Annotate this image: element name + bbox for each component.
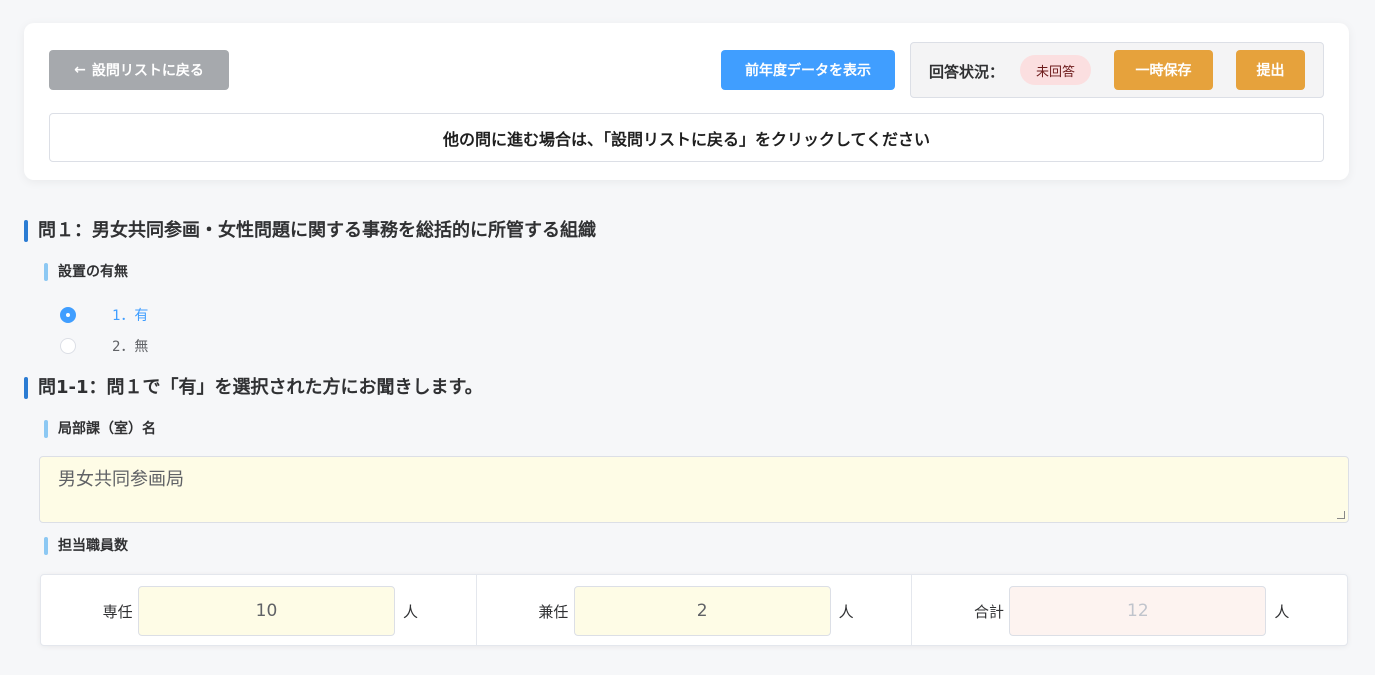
department-subtitle: 局部課（室）名 [44, 420, 156, 438]
radio-label-no[interactable]: 2．無 [112, 336, 148, 356]
fulltime-input[interactable]: 10 [138, 586, 395, 636]
radio-option-no[interactable]: 2．無 [60, 336, 148, 356]
arrow-left-icon: ← [74, 62, 86, 78]
fulltime-unit: 人 [403, 603, 419, 621]
back-to-list-button[interactable]: ← 設問リストに戻る [49, 50, 229, 90]
question-1-1-title: 問1-1：問１で「有」を選択された方にお聞きします。 [24, 376, 483, 400]
total-unit: 人 [1274, 603, 1290, 621]
department-name-textarea[interactable]: 男女共同参画局 [39, 456, 1349, 523]
total-label: 合計 [974, 603, 1005, 621]
staff-cell-total: 合計 12 人 [912, 575, 1347, 645]
resize-handle-icon[interactable] [1337, 511, 1345, 519]
answer-status-panel: 回答状況： 未回答 一時保存 提出 [910, 42, 1324, 98]
staff-cell-parttime: 兼任 2 人 [477, 575, 913, 645]
question-1-title: 問１：男女共同参画・女性問題に関する事務を総括的に所管する組織 [24, 219, 596, 243]
parttime-input[interactable]: 2 [573, 586, 831, 636]
parttime-label: 兼任 [538, 603, 569, 621]
status-label: 回答状況： [929, 63, 1005, 81]
navigation-notice: 他の問に進む場合は、「設問リストに戻る」をクリックしてください [49, 113, 1324, 162]
total-input: 12 [1009, 586, 1267, 636]
fulltime-label: 専任 [102, 603, 133, 621]
show-previous-year-button[interactable]: 前年度データを表示 [721, 50, 895, 90]
staff-count-table: 専任 10 人 兼任 2 人 合計 12 人 [40, 574, 1348, 646]
parttime-unit: 人 [838, 603, 854, 621]
status-badge: 未回答 [1020, 55, 1091, 85]
radio-option-yes[interactable]: 1．有 [60, 305, 148, 325]
installation-subtitle: 設置の有無 [44, 263, 128, 281]
toolbar-card: ← 設問リストに戻る 前年度データを表示 回答状況： 未回答 一時保存 提出 他… [24, 23, 1349, 180]
submit-button[interactable]: 提出 [1236, 50, 1305, 90]
back-button-label: 設問リストに戻る [91, 63, 204, 79]
radio-label-yes[interactable]: 1．有 [112, 305, 148, 325]
temp-save-button[interactable]: 一時保存 [1114, 50, 1213, 90]
department-name-value: 男女共同参画局 [58, 469, 184, 490]
staff-count-subtitle: 担当職員数 [44, 537, 128, 555]
staff-cell-fulltime: 専任 10 人 [41, 575, 477, 645]
radio-button-yes[interactable] [60, 307, 76, 323]
radio-button-no[interactable] [60, 338, 76, 354]
